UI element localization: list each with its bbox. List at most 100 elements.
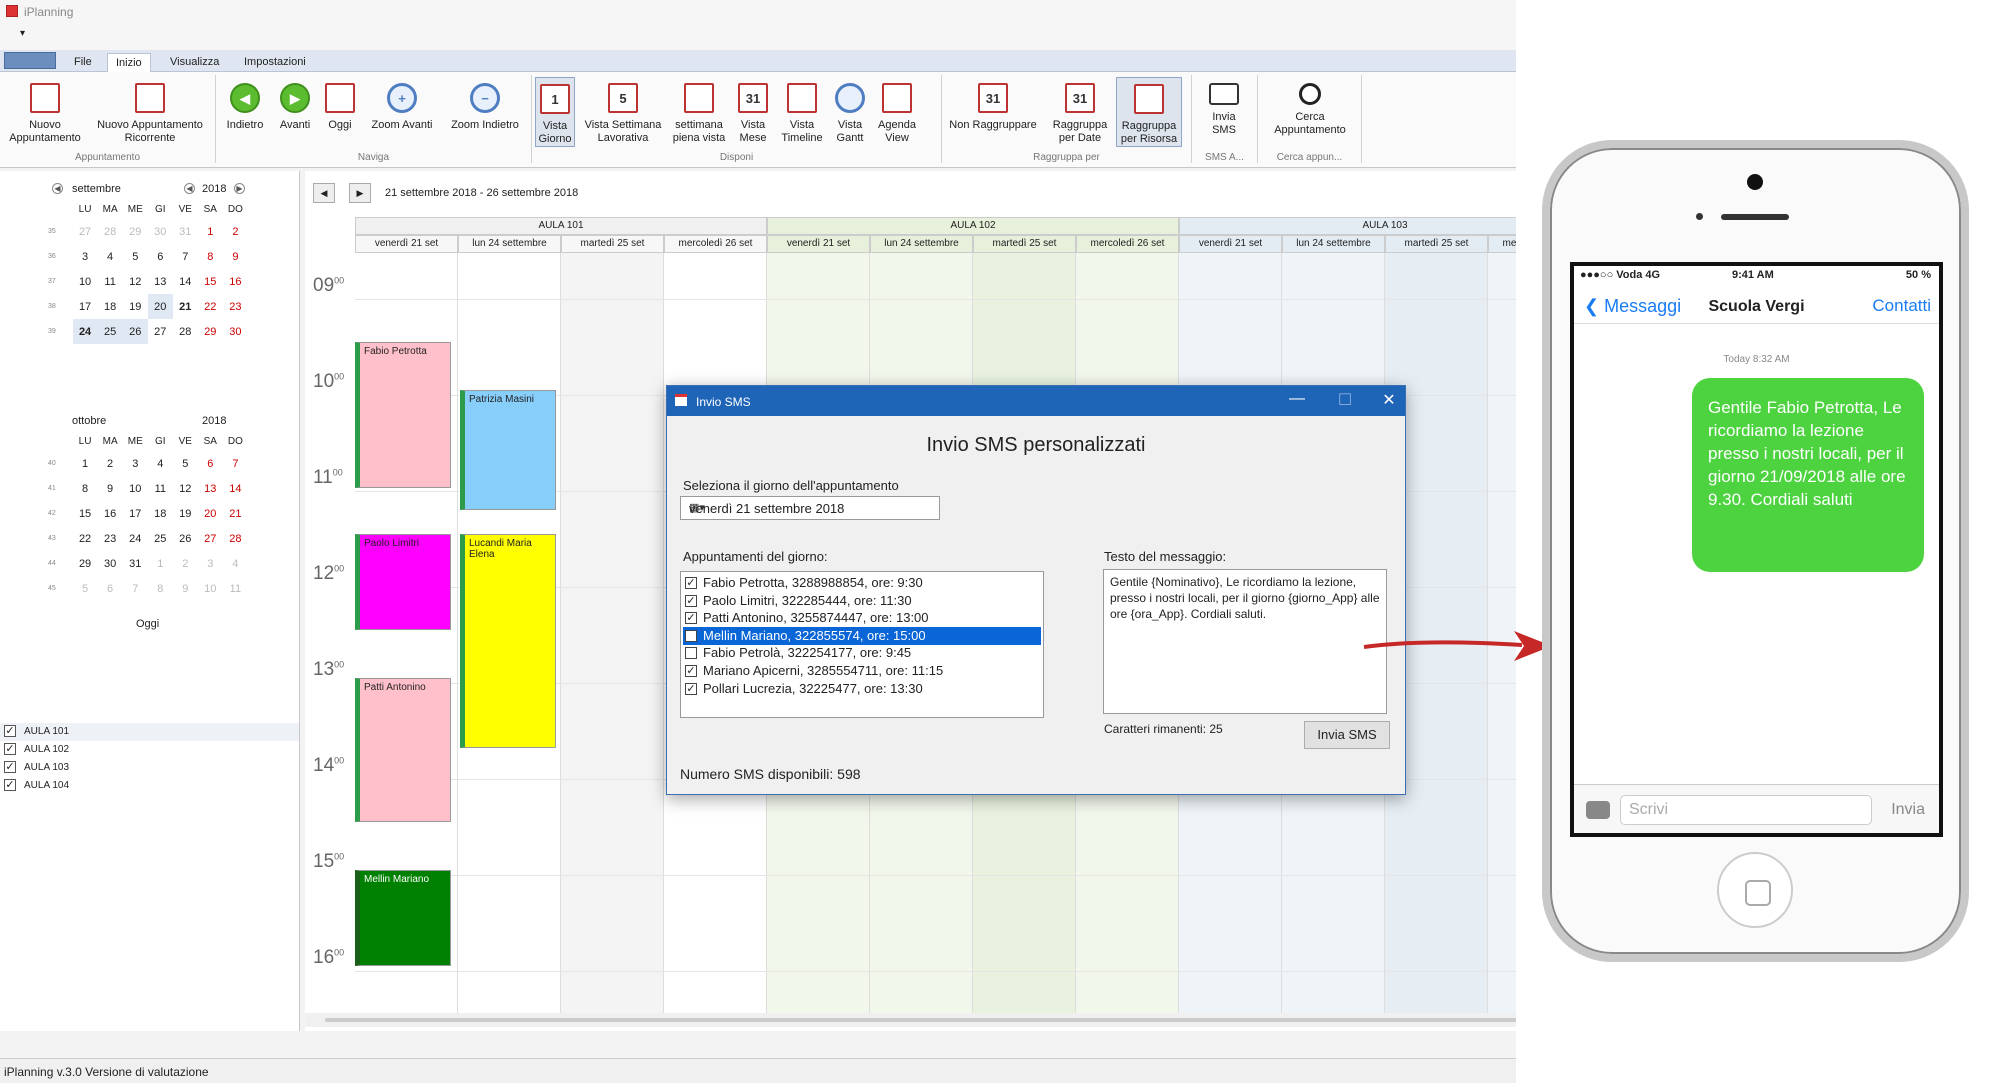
calendar-day[interactable]: 5: [173, 451, 198, 476]
calendar-day[interactable]: 8: [148, 576, 173, 601]
calendar-day[interactable]: 18: [148, 501, 173, 526]
calendar-day[interactable]: 4: [223, 551, 248, 576]
agenda-view-button[interactable]: Agenda View: [874, 77, 920, 145]
calendar-day[interactable]: 29: [123, 219, 148, 244]
calendar-day[interactable]: 6: [198, 451, 223, 476]
calendar-day[interactable]: 11: [148, 476, 173, 501]
maximize-icon[interactable]: ☐: [1331, 390, 1359, 410]
message-textarea[interactable]: Gentile {Nominativo}, Le ricordiamo la l…: [1103, 569, 1387, 714]
full-week-view-button[interactable]: settimana piena vista: [668, 77, 730, 145]
calendar-day[interactable]: 26: [122, 319, 148, 344]
compose-input[interactable]: Scrivi: [1620, 795, 1872, 825]
appointment[interactable]: Lucandi Maria Elena: [460, 534, 556, 748]
today-button[interactable]: Oggi: [320, 77, 360, 132]
calendar-day[interactable]: 7: [173, 244, 198, 269]
calendar-day[interactable]: 29: [73, 551, 98, 576]
home-button[interactable]: [1717, 852, 1793, 928]
calendar-day[interactable]: 8: [73, 476, 98, 501]
contacts-button[interactable]: Contatti: [1872, 296, 1931, 316]
date-picker[interactable]: venerdì 21 settembre 2018 ▦▾: [680, 496, 940, 520]
zoom-out-button[interactable]: − Zoom Indietro: [444, 77, 526, 132]
checkbox-checked-icon[interactable]: ✓: [685, 665, 697, 677]
calendar-day[interactable]: 28: [173, 319, 198, 344]
appointment-list-item[interactable]: ✓ Mariano Apicerni, 3285554711, ore: 11:1…: [683, 662, 1041, 680]
new-recurring-appointment-button[interactable]: Nuovo Appuntamento Ricorrente: [90, 77, 210, 145]
appointment-list-item[interactable]: Mellin Mariano, 322855574, ore: 15:00: [683, 626, 1041, 645]
zoom-in-button[interactable]: + Zoom Avanti: [364, 77, 440, 132]
group-by-resource-button[interactable]: Raggruppa per Risorsa: [1116, 77, 1182, 147]
calendar-day[interactable]: 20: [147, 294, 173, 319]
calendar-day[interactable]: 27: [198, 526, 223, 551]
resource-item[interactable]: ✓ AULA 102: [0, 741, 299, 759]
next-month-icon[interactable]: ▶: [234, 183, 245, 194]
next-period-button[interactable]: ▶: [349, 183, 371, 203]
calendar-day[interactable]: 25: [97, 319, 123, 344]
day-column[interactable]: [561, 253, 664, 1013]
resource-item[interactable]: ✓ AULA 103: [0, 759, 299, 777]
calendar-day[interactable]: 6: [98, 576, 123, 601]
tab-file[interactable]: File: [66, 53, 100, 72]
calendar-day[interactable]: 16: [223, 269, 248, 294]
calendar-day[interactable]: 18: [98, 294, 123, 319]
calendar-dropdown-icon[interactable]: ▦▾: [689, 501, 935, 514]
calendar-day[interactable]: 5: [73, 576, 98, 601]
calendar-day[interactable]: 4: [148, 451, 173, 476]
calendar-day[interactable]: 4: [98, 244, 123, 269]
calendar-day[interactable]: 1: [148, 551, 173, 576]
calendar-day[interactable]: 30: [148, 219, 173, 244]
search-appointment-button[interactable]: Cerca Appuntamento: [1266, 77, 1354, 137]
checkbox-checked-icon[interactable]: ✓: [685, 682, 697, 695]
calendar-day[interactable]: 5: [123, 244, 148, 269]
gantt-view-button[interactable]: Vista Gantt: [830, 77, 870, 145]
prev-year-icon[interactable]: ◀: [184, 183, 195, 194]
calendar-day[interactable]: 28: [98, 219, 123, 244]
calendar-day[interactable]: 3: [123, 451, 148, 476]
tab-inizio[interactable]: Inizio: [107, 53, 151, 72]
calendar-day[interactable]: 9: [98, 476, 123, 501]
new-appointment-button[interactable]: Nuovo Appuntamento: [4, 77, 86, 145]
checkbox-checked-icon[interactable]: ✓: [4, 761, 16, 773]
appointment-list-item[interactable]: ✓ Pollari Lucrezia, 32225477, ore: 13:30: [683, 680, 1041, 698]
checkbox-checked-icon[interactable]: ✓: [4, 743, 16, 755]
appointment-list-item[interactable]: ✓ Patti Antonino, 3255874447, ore: 13:00: [683, 609, 1041, 627]
calendar-day[interactable]: 24: [72, 319, 98, 344]
checkbox-checked-icon[interactable]: ✓: [685, 612, 697, 625]
camera-icon[interactable]: [1586, 801, 1610, 819]
calendar-day[interactable]: 24: [123, 526, 148, 551]
calendar-day[interactable]: 17: [73, 294, 98, 319]
calendar-day[interactable]: 9: [223, 244, 248, 269]
appointment-list-item[interactable]: Fabio Petrolà, 322254177, ore: 9:45: [683, 644, 1041, 662]
appointment[interactable]: Patti Antonino: [355, 678, 451, 822]
send-sms-button[interactable]: Invia SMS: [1304, 721, 1390, 749]
calendar-day[interactable]: 14: [223, 476, 248, 501]
work-week-view-button[interactable]: 5 Vista Settimana Lavorativa: [582, 77, 664, 145]
calendar-day[interactable]: 21: [223, 501, 248, 526]
calendar-day[interactable]: 17: [123, 501, 148, 526]
app-menu-button[interactable]: [4, 52, 56, 69]
calendar-day[interactable]: 19: [173, 501, 198, 526]
calendar-day[interactable]: 20: [198, 501, 223, 526]
calendar-day[interactable]: 31: [173, 219, 198, 244]
calendar-day[interactable]: 1: [198, 219, 223, 244]
checkbox-checked-icon[interactable]: ✓: [4, 779, 16, 791]
calendar-day[interactable]: 22: [73, 526, 98, 551]
send-sms-button[interactable]: Invia SMS: [1200, 77, 1248, 137]
calendar-day[interactable]: 2: [98, 451, 123, 476]
timeline-view-button[interactable]: Vista Timeline: [778, 77, 826, 145]
back-button[interactable]: ◀ Indietro: [222, 77, 268, 132]
calendar-day[interactable]: 10: [73, 269, 98, 294]
calendar-day[interactable]: 22: [198, 294, 223, 319]
send-button[interactable]: Invia: [1891, 801, 1925, 819]
checkbox-checked-icon[interactable]: ✓: [4, 725, 16, 737]
calendar-day[interactable]: 30: [98, 551, 123, 576]
calendar-day[interactable]: 14: [173, 269, 198, 294]
no-grouping-button[interactable]: 31 Non Raggruppare: [946, 77, 1040, 132]
calendar-day[interactable]: 23: [98, 526, 123, 551]
calendar-day[interactable]: 26: [173, 526, 198, 551]
calendar-day[interactable]: 13: [198, 476, 223, 501]
tab-visualizza[interactable]: Visualizza: [162, 53, 227, 72]
forward-button[interactable]: ▶ Avanti: [272, 77, 318, 132]
month-view-button[interactable]: 31 Vista Mese: [732, 77, 774, 145]
calendar-day[interactable]: 2: [173, 551, 198, 576]
group-by-date-button[interactable]: 31 Raggruppa per Date: [1048, 77, 1112, 145]
